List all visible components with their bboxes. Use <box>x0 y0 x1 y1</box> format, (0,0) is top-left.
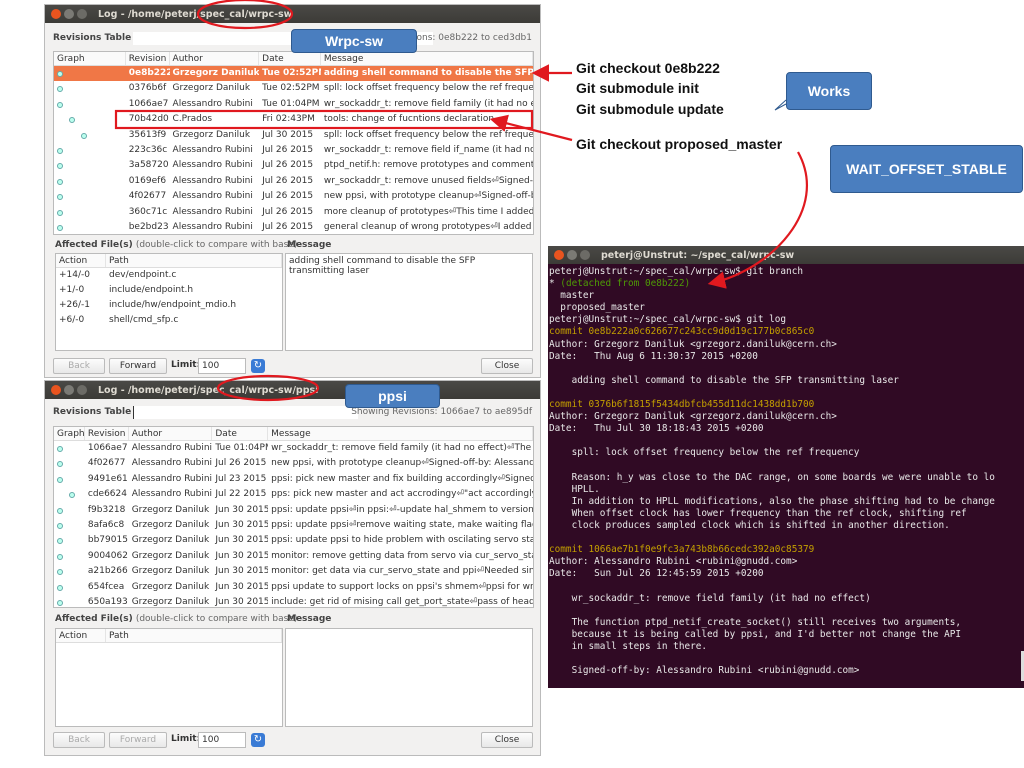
arrow-detached <box>707 151 809 289</box>
highlight-ellipse-wrpc <box>196 0 294 30</box>
highlight-row-70b42d0 <box>114 109 534 130</box>
callout-pointer-works <box>774 99 787 111</box>
highlight-ellipse-ppsi <box>216 374 320 402</box>
annotation-overlay <box>114 0 809 402</box>
